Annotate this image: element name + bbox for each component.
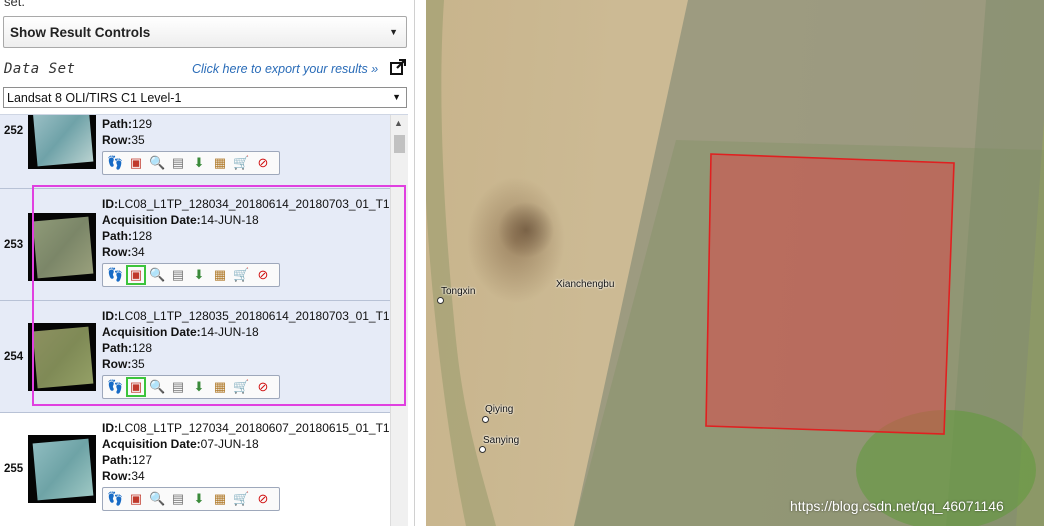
compare-icon[interactable]: ▤ (170, 491, 186, 507)
map-view[interactable]: Tongxin Xianchengbu Qiying Sanying https… (426, 0, 1044, 526)
list-item: 255 ID:LC08_L1TP_127034_20180607_2018061… (0, 413, 390, 526)
results-panel: set. Show Result Controls ▼ Data Set Cli… (0, 0, 414, 526)
path-value: 127 (132, 453, 153, 467)
export-results-link[interactable]: Click here to export your results » (192, 62, 378, 76)
bulk-download-icon[interactable]: ▦ (212, 491, 228, 507)
truncated-text: set. (4, 0, 25, 9)
scene-footprint[interactable] (705, 153, 955, 435)
row-label: Row: (102, 469, 132, 483)
city-marker (437, 297, 444, 304)
row-value: 34 (131, 469, 145, 483)
panel-divider[interactable] (414, 0, 426, 526)
scene-thumbnail[interactable] (28, 115, 96, 169)
row-value: 35 (131, 133, 145, 147)
result-number: 253 (4, 239, 24, 251)
show-result-controls-dropdown[interactable]: Show Result Controls ▼ (3, 16, 407, 48)
watermark: https://blog.csdn.net/qq_46071146 (790, 498, 1004, 514)
dataset-title: Data Set (4, 61, 76, 77)
path-label: Path: (102, 453, 132, 467)
map-overlays (426, 0, 1044, 526)
external-link-icon[interactable] (390, 59, 406, 75)
path-label: Path: (102, 117, 132, 131)
footprint-icon[interactable]: 👣 (107, 155, 123, 171)
scene-id: LC08_L1TP_127034_20180607_20180615_01_T1 (118, 421, 390, 435)
download-icon[interactable]: ⬇ (191, 155, 207, 171)
path-value: 129 (132, 117, 153, 131)
browse-overlay-icon[interactable]: ▣ (128, 491, 144, 507)
acquisition-date-label: Acquisition Date: (102, 437, 201, 451)
result-number: 252 (4, 125, 24, 137)
result-toolbar: 👣 ▣ 🔍 ▤ ⬇ ▦ 🛒 ⊘ (102, 151, 280, 175)
city-marker (479, 446, 486, 453)
cart-icon[interactable]: 🛒 (233, 155, 249, 171)
exclude-icon[interactable]: ⊘ (255, 491, 271, 507)
cart-icon[interactable]: 🛒 (233, 491, 249, 507)
list-item: 252 Path:129 Row:35 👣 ▣ 🔍 ▤ ⬇ ▦ 🛒 ⊘ (0, 115, 390, 189)
dataset-select[interactable]: Landsat 8 OLI/TIRS C1 Level-1 ▼ (3, 87, 407, 108)
dataset-select-value: Landsat 8 OLI/TIRS C1 Level-1 (7, 91, 182, 105)
download-icon[interactable]: ⬇ (191, 491, 207, 507)
bulk-download-icon[interactable]: ▦ (212, 155, 228, 171)
result-controls-label: Show Result Controls (10, 25, 151, 40)
result-number: 255 (4, 463, 24, 475)
city-label-sanying: Sanying (483, 435, 520, 446)
selection-highlight-box (32, 185, 406, 406)
city-marker (482, 416, 489, 423)
acquisition-date: 07-JUN-18 (200, 437, 259, 451)
footprint-icon[interactable]: 👣 (107, 491, 123, 507)
result-number: 254 (4, 351, 24, 363)
scroll-up-icon[interactable]: ▲ (394, 118, 403, 128)
browse-overlay-icon[interactable]: ▣ (128, 155, 144, 171)
result-toolbar: 👣 ▣ 🔍 ▤ ⬇ ▦ 🛒 ⊘ (102, 487, 280, 511)
id-label: ID: (102, 421, 118, 435)
metadata-icon[interactable]: 🔍 (149, 155, 165, 171)
scene-thumbnail[interactable] (28, 435, 96, 503)
city-label-tongxin: Tongxin (441, 286, 476, 297)
chevron-down-icon: ▼ (389, 27, 398, 37)
city-label-xianchengbu: Xianchengbu (556, 279, 615, 290)
metadata-icon[interactable]: 🔍 (149, 491, 165, 507)
row-label: Row: (102, 133, 132, 147)
exclude-icon[interactable]: ⊘ (255, 155, 271, 171)
city-label-qiying: Qiying (485, 404, 514, 415)
compare-icon[interactable]: ▤ (170, 155, 186, 171)
scrollbar-thumb[interactable] (394, 135, 405, 153)
chevron-down-icon: ▼ (392, 92, 401, 102)
